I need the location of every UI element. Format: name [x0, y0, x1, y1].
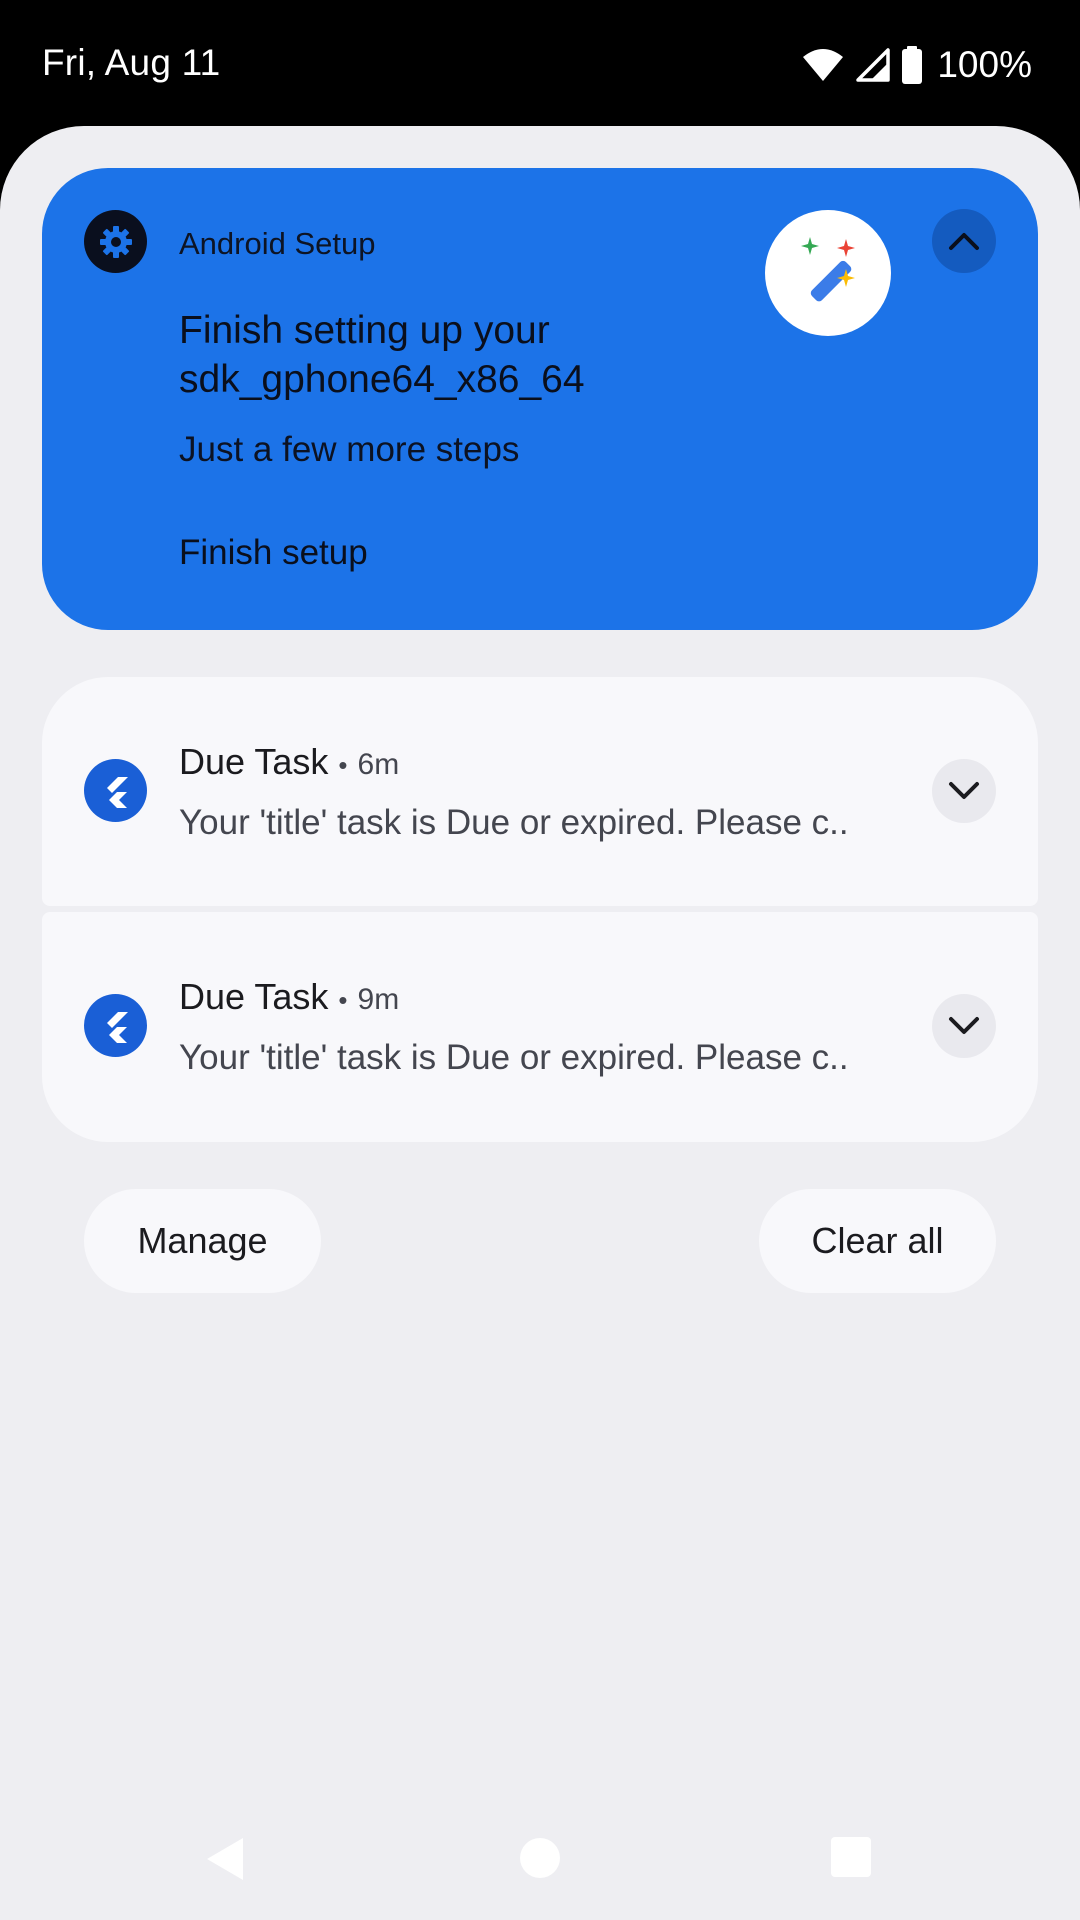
chevron-up-icon — [949, 233, 979, 250]
notification-time: 6m — [357, 748, 400, 781]
notification-group: Due Task • 6m Your 'title' task is Due o… — [42, 677, 1038, 1142]
flutter-icon — [84, 759, 147, 822]
notification-item[interactable]: Due Task • 9m Your 'title' task is Due o… — [42, 912, 1038, 1142]
chevron-down-icon — [949, 1017, 979, 1034]
setup-subtitle: Just a few more steps — [179, 430, 520, 469]
notification-title: Due Task — [179, 741, 329, 782]
gear-icon — [84, 210, 147, 273]
recents-icon[interactable] — [831, 1837, 871, 1877]
status-icons: 100% — [801, 42, 1032, 88]
expand-button[interactable] — [932, 994, 996, 1058]
separator-dot: • — [338, 985, 348, 1015]
separator-dot: • — [338, 750, 348, 780]
navigation-bar — [0, 1800, 1080, 1920]
collapse-button[interactable] — [932, 209, 996, 273]
notification-time: 9m — [357, 983, 400, 1016]
flutter-icon — [84, 994, 147, 1057]
notification-text: Your 'title' task is Due or expired. Ple… — [179, 1038, 849, 1077]
setup-title: Finish setting up your sdk_gphone64_x86_… — [179, 309, 585, 401]
home-icon[interactable] — [520, 1838, 560, 1878]
back-icon[interactable] — [205, 1836, 245, 1882]
chevron-down-icon — [949, 782, 979, 799]
wifi-icon — [803, 49, 844, 81]
setup-app-name: Android Setup — [179, 226, 376, 261]
notification-title: Due Task — [179, 976, 329, 1017]
magic-wand-icon — [765, 210, 891, 336]
finish-setup-button[interactable]: Finish setup — [179, 533, 368, 573]
clear-all-button[interactable]: Clear all — [759, 1189, 996, 1293]
notification-text: Your 'title' task is Due or expired. Ple… — [179, 803, 849, 842]
battery-percent: 100% — [937, 44, 1032, 85]
manage-button[interactable]: Manage — [84, 1189, 321, 1293]
status-date: Fri, Aug 11 — [42, 42, 221, 83]
signal-icon — [856, 48, 891, 82]
notification-item[interactable]: Due Task • 6m Your 'title' task is Due o… — [42, 677, 1038, 906]
battery-icon — [902, 46, 923, 84]
status-bar: Fri, Aug 11 100% — [0, 0, 1080, 126]
notification-header: Due Task • 9m — [179, 976, 399, 1018]
setup-notification[interactable]: Android Setup Finish setting up your sdk… — [42, 168, 1038, 630]
notification-header: Due Task • 6m — [179, 741, 399, 783]
expand-button[interactable] — [932, 759, 996, 823]
